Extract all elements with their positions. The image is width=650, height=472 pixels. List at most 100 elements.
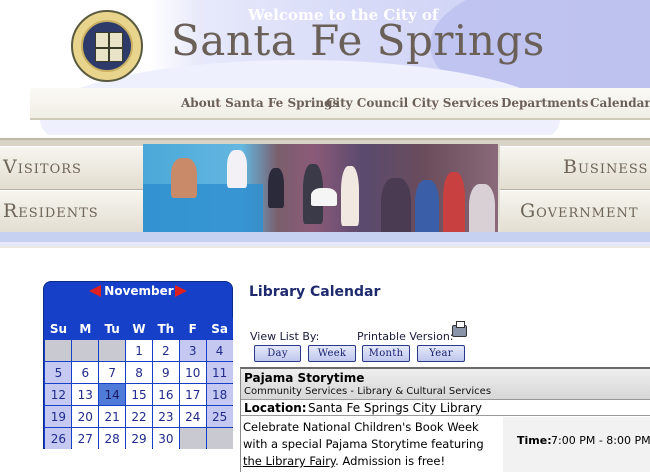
- tab-visitors[interactable]: Visitors: [0, 146, 145, 190]
- event-description: Celebrate National Children's Book Week …: [243, 419, 498, 470]
- description-text: Celebrate National Children's Book Week …: [243, 420, 484, 451]
- nav-city-services[interactable]: City Services: [412, 96, 499, 110]
- weekday-header: Su: [45, 318, 72, 339]
- event-location-row: Location: Santa Fe Springs City Library: [241, 400, 650, 416]
- previous-month-arrow-icon[interactable]: [89, 285, 101, 297]
- calendar-day[interactable]: 25: [206, 406, 233, 427]
- tab-residents-label: Residents: [3, 200, 99, 222]
- photo-person: [381, 178, 411, 236]
- view-day-button[interactable]: Day: [254, 345, 301, 362]
- calendar-grid: Su M Tu W Th F Sa 1 2 3 4 5 6 7 8 9 10 11 12 13 14 15 16 17 18 19…: [45, 318, 233, 450]
- view-week-button[interactable]: Week: [308, 345, 356, 362]
- event-title-bar: Pajama Storytime Community Services - Li…: [241, 369, 650, 400]
- city-name-title: Santa Fe Springs: [171, 16, 545, 65]
- weekday-header: Th: [152, 318, 179, 339]
- tab-business-label: Business: [563, 156, 649, 178]
- calendar-day[interactable]: 8: [125, 362, 153, 383]
- tab-government[interactable]: Government: [500, 190, 650, 234]
- calendar-day[interactable]: 13: [72, 384, 99, 405]
- photo-person: [469, 184, 495, 236]
- weekday-header: F: [179, 318, 206, 339]
- nav-city-council[interactable]: City Council: [326, 96, 408, 110]
- printable-version-label: Printable Version:: [357, 330, 454, 343]
- calendar-day[interactable]: 27: [72, 428, 99, 449]
- calendar-day[interactable]: 30: [152, 428, 179, 449]
- pool-photo-area: [143, 184, 263, 236]
- calendar-week-row: 1234: [45, 340, 233, 362]
- photo-person: [443, 172, 465, 236]
- photo-person: [227, 150, 247, 188]
- calendar-day[interactable]: 18: [206, 384, 233, 405]
- calendar-day[interactable]: 19: [45, 406, 72, 427]
- calendar-empty-cell: [179, 428, 206, 449]
- calendar-day[interactable]: 17: [179, 384, 206, 405]
- calendar-week-row: 12 13 14 15 16 17 18: [45, 384, 233, 406]
- calendar-empty-cell: [45, 340, 72, 361]
- nav-about[interactable]: About Santa Fe Springs: [181, 96, 339, 110]
- calendar-day[interactable]: 15: [125, 384, 153, 405]
- calendar-day[interactable]: 6: [72, 362, 99, 383]
- calendar-day[interactable]: 29: [125, 428, 153, 449]
- calendar-day[interactable]: 11: [206, 362, 233, 383]
- event-title: Pajama Storytime: [244, 371, 365, 385]
- community-photo-collage: [143, 144, 498, 236]
- calendar-day[interactable]: 3: [179, 340, 206, 361]
- calendar-day[interactable]: 26: [45, 428, 72, 449]
- seal-inner: [81, 20, 133, 72]
- calendar-day[interactable]: 14: [99, 384, 126, 405]
- calendar-day[interactable]: 21: [99, 406, 126, 427]
- calendar-day[interactable]: 9: [152, 362, 179, 383]
- calendar-day[interactable]: 2: [152, 340, 179, 361]
- calendar-day[interactable]: 10: [179, 362, 206, 383]
- calendar-day[interactable]: 7: [99, 362, 126, 383]
- tab-visitors-label: Visitors: [3, 156, 82, 178]
- calendar-day[interactable]: 28: [99, 428, 126, 449]
- view-list-label: View List By:: [250, 330, 320, 343]
- calendar-day[interactable]: 4: [206, 340, 233, 361]
- event-time-box: Time: 7:00 PM - 8:00 PM: [503, 417, 650, 472]
- weekday-header: Tu: [99, 318, 126, 339]
- weekday-header: W: [125, 318, 153, 339]
- calendar-week-row: 26 27 28 29 30: [45, 428, 233, 450]
- city-seal-logo[interactable]: [71, 10, 143, 82]
- calendar-day[interactable]: 22: [125, 406, 153, 427]
- event-listing: Pajama Storytime Community Services - Li…: [240, 367, 650, 472]
- calendar-day[interactable]: 16: [152, 384, 179, 405]
- calendar-empty-cell: [99, 340, 126, 361]
- view-month-button[interactable]: Month: [362, 345, 410, 362]
- calendar-week-row: 19 20 21 22 23 24 25: [45, 406, 233, 428]
- nav-calendar[interactable]: Calendar: [590, 96, 650, 110]
- weekday-header: Sa: [206, 318, 233, 339]
- calendar-day[interactable]: 20: [72, 406, 99, 427]
- description-text-end: . Admission is free!: [335, 454, 446, 468]
- view-year-button[interactable]: Year: [417, 345, 465, 362]
- calendar-empty-cell: [72, 340, 99, 361]
- time-value: 7:00 PM - 8:00 PM: [551, 434, 650, 447]
- site-header: Welcome to the City of Santa Fe Springs …: [0, 0, 650, 135]
- nav-departments[interactable]: Departments: [501, 96, 588, 110]
- photo-person: [341, 166, 359, 226]
- calendar-day[interactable]: 12: [45, 384, 72, 405]
- tab-residents[interactable]: Residents: [0, 190, 145, 234]
- weekday-header: M: [72, 318, 99, 339]
- top-navigation: About Santa Fe Springs City Council City…: [30, 88, 650, 120]
- page-title: Library Calendar: [249, 284, 381, 300]
- calendar-day[interactable]: 23: [152, 406, 179, 427]
- time-label: Time:: [517, 434, 552, 447]
- calendar-header: November: [44, 282, 232, 316]
- location-value: Santa Fe Springs City Library: [308, 401, 482, 415]
- next-month-arrow-icon[interactable]: [175, 285, 187, 297]
- photo-check: [311, 188, 337, 206]
- banner-divider: [0, 242, 650, 246]
- calendar-day[interactable]: 24: [179, 406, 206, 427]
- calendar-week-row: 5 6 7 8 9 10 11: [45, 362, 233, 384]
- printer-icon[interactable]: [452, 321, 467, 337]
- photo-person: [268, 168, 284, 208]
- calendar-day[interactable]: 5: [45, 362, 72, 383]
- calendar-month-label: November: [104, 284, 174, 298]
- calendar-day[interactable]: 1: [125, 340, 153, 361]
- calendar-empty-cell: [206, 428, 233, 449]
- mini-calendar: November Su M Tu W Th F Sa 1 2 3 4 5 6 7 8 9 10 11 12 13 14 1…: [43, 281, 233, 449]
- library-fairy-link[interactable]: the Library Fairy: [243, 454, 335, 468]
- tab-business[interactable]: Business: [500, 146, 650, 190]
